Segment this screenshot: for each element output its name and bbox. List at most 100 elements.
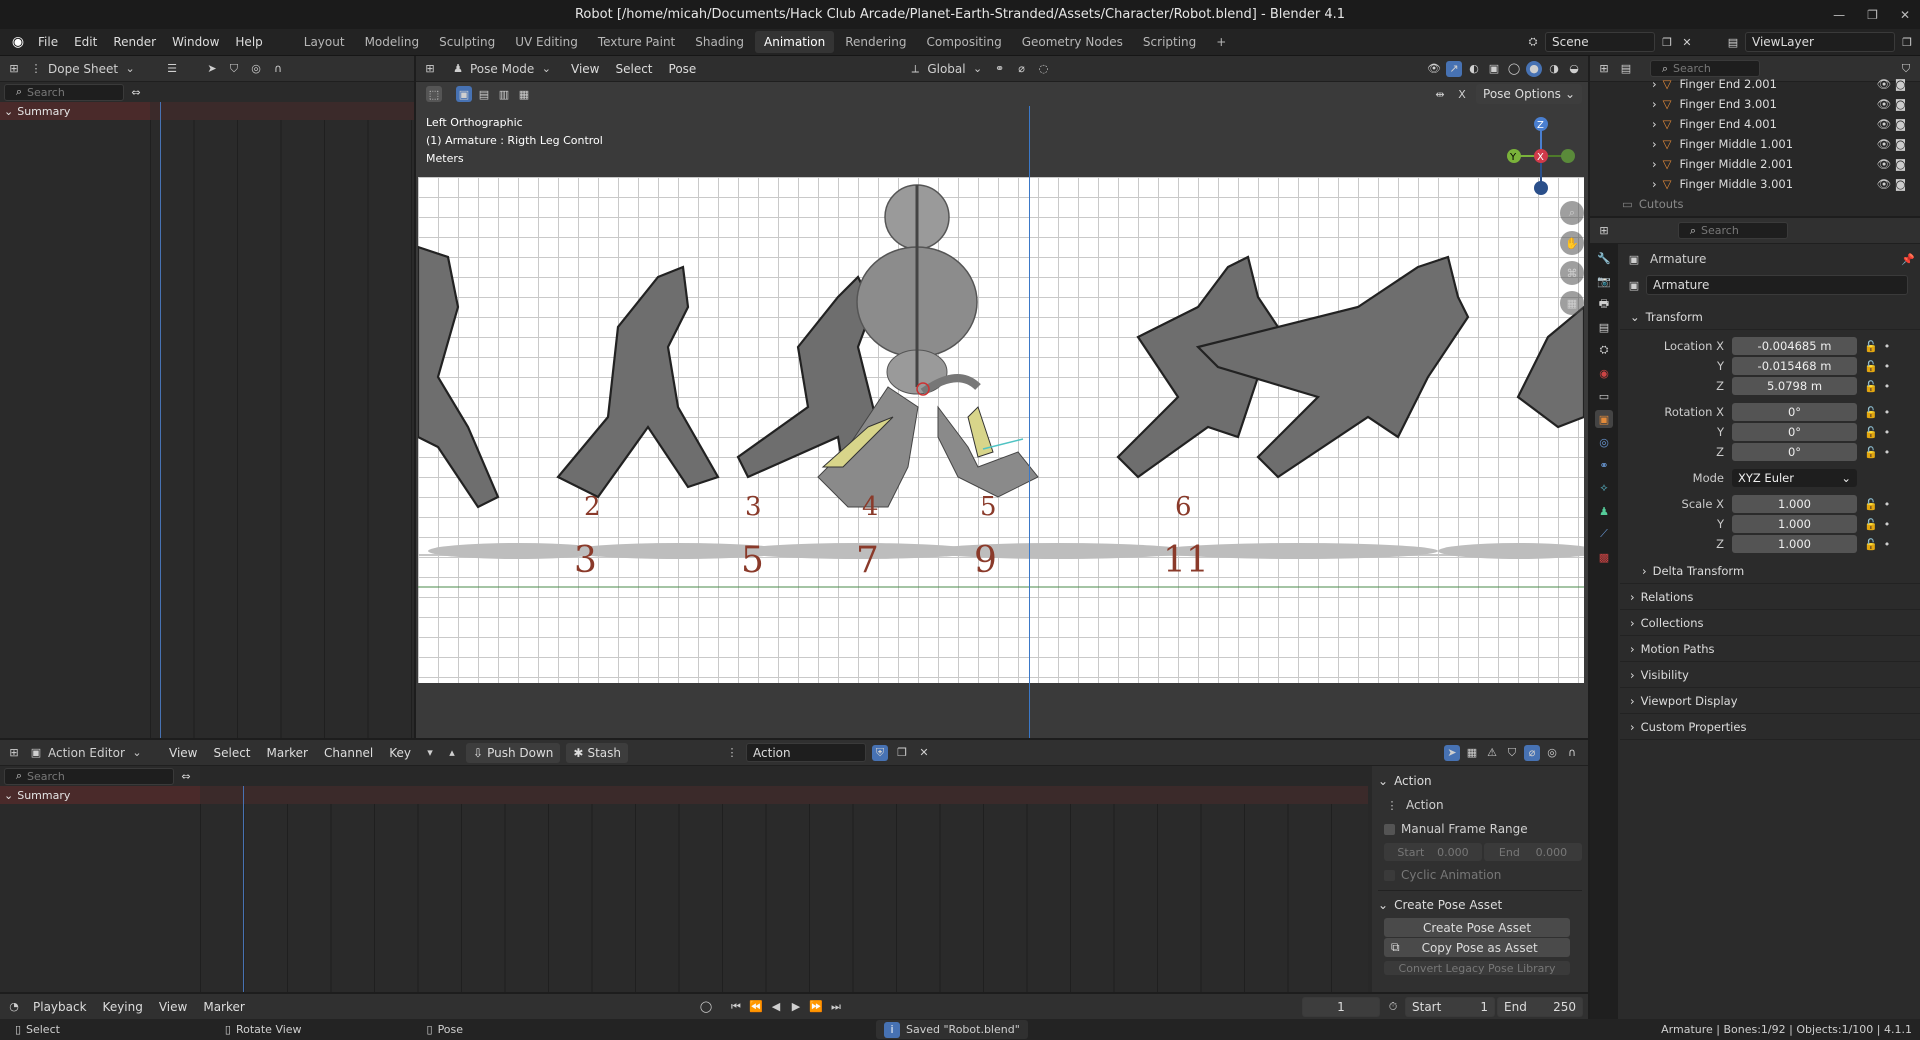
summary-channel[interactable]: ⌄ Summary xyxy=(0,102,150,120)
viewport-menu-view[interactable]: View xyxy=(566,62,604,76)
world-tab-icon[interactable]: ◉ xyxy=(1595,364,1613,382)
viewport-menu-select[interactable]: Select xyxy=(610,62,657,76)
restore-icon[interactable]: ❐ xyxy=(1867,8,1878,22)
view-layer-tab-icon[interactable]: ▤ xyxy=(1595,318,1613,336)
select-subtract-icon[interactable]: ▥ xyxy=(496,86,512,102)
object-datablock-field[interactable]: Armature xyxy=(1646,275,1908,295)
editor-type-icon[interactable]: ⊞ xyxy=(1596,223,1612,239)
timeline-menu-keying[interactable]: Keying xyxy=(98,1000,148,1014)
proportional-icon[interactable]: ◎ xyxy=(248,61,264,77)
tab-compositing[interactable]: Compositing xyxy=(917,31,1010,53)
push-down-button[interactable]: ⇩ Push Down xyxy=(466,742,561,763)
blender-logo-icon[interactable]: ◉ xyxy=(10,34,26,50)
properties-search-input[interactable]: ⌕ Search xyxy=(1678,222,1788,239)
wireframe-shading-icon[interactable]: ◯ xyxy=(1506,61,1522,77)
keyframe-dot-icon[interactable]: • xyxy=(1879,358,1895,374)
object-tab-icon[interactable]: ▣ xyxy=(1595,410,1613,428)
pose-options-dropdown[interactable]: Pose Options ⌄ xyxy=(1476,84,1582,104)
lock-icon[interactable]: 🔓 xyxy=(1863,358,1879,374)
outliner-item[interactable]: › ▽ Finger End 4.001 👁 ◙ xyxy=(1652,114,1920,134)
select-arrow-icon[interactable]: ➤ xyxy=(204,61,220,77)
action-menu-select[interactable]: Select xyxy=(208,746,255,760)
action-menu-key[interactable]: Key xyxy=(384,746,416,760)
solid-shading-icon[interactable]: ● xyxy=(1526,60,1542,77)
fake-user-shield-icon[interactable]: ⛨ xyxy=(872,744,889,761)
playhead-line[interactable] xyxy=(160,102,161,738)
outliner-item[interactable]: › ▽ Finger Middle 1.001 👁 ◙ xyxy=(1652,134,1920,154)
end-frame-field[interactable]: End 250 xyxy=(1497,996,1583,1017)
scene-tab-icon[interactable]: ⛭ xyxy=(1595,341,1613,359)
keyframe-dot-icon[interactable]: • xyxy=(1879,444,1895,460)
menu-help[interactable]: Help xyxy=(227,29,270,56)
delete-scene-icon[interactable]: ✕ xyxy=(1679,34,1695,50)
stopwatch-icon[interactable]: ⏱ xyxy=(1385,999,1401,1015)
rotation-y-field[interactable]: 0° xyxy=(1732,423,1857,441)
transform-panel-header[interactable]: ⌄ Transform xyxy=(1620,304,1920,330)
create-pose-asset-button[interactable]: Create Pose Asset xyxy=(1384,918,1570,937)
render-tab-icon[interactable]: 📷 xyxy=(1595,272,1613,290)
timeline-menu-playback[interactable]: Playback xyxy=(28,1000,92,1014)
ortho-grid-icon[interactable]: ▦ xyxy=(1560,291,1584,315)
keyframe-dot-icon[interactable]: • xyxy=(1879,424,1895,440)
mirror-icon[interactable]: ⇹ xyxy=(1432,86,1448,102)
bone-constraints-tab-icon[interactable]: ▩ xyxy=(1595,548,1613,566)
jump-keyframe-back-icon[interactable]: ⏪ xyxy=(748,999,764,1015)
keyframe-dot-icon[interactable]: • xyxy=(1879,536,1895,552)
pin-icon[interactable]: 📌 xyxy=(1900,251,1916,267)
pivot-icon[interactable]: ⚭ xyxy=(992,61,1008,77)
jump-start-icon[interactable]: ⏮ xyxy=(728,999,744,1015)
gizmo-icon[interactable]: ↗ xyxy=(1446,60,1462,77)
keyframe-dot-icon[interactable]: • xyxy=(1879,404,1895,420)
rotation-x-field[interactable]: 0° xyxy=(1732,403,1857,421)
filter-icon[interactable]: ⛉ xyxy=(226,61,242,77)
custom-properties-panel-header[interactable]: › Custom Properties xyxy=(1620,714,1920,740)
scene-icon[interactable]: ⛭ xyxy=(1525,34,1541,50)
dopesheet-mode-dropdown[interactable]: ⋮ Dope Sheet ⌄ xyxy=(28,61,158,77)
armature-data-tab-icon[interactable]: ♟ xyxy=(1595,502,1613,520)
location-x-field[interactable]: -0.004685 m xyxy=(1732,337,1857,355)
physics-tab-icon[interactable]: ⟡ xyxy=(1595,479,1613,497)
outliner-item[interactable]: › ▽ Finger Middle 2.001 👁 ◙ xyxy=(1652,154,1920,174)
snapping-icon[interactable]: ⌀ xyxy=(1524,744,1540,761)
object-datablock-icon[interactable]: ▣ xyxy=(1626,277,1642,293)
xray-icon[interactable]: ▣ xyxy=(1486,61,1502,77)
editor-type-icon[interactable]: ⊞ xyxy=(422,61,438,77)
menu-file[interactable]: File xyxy=(30,29,66,56)
pose-mode-dropdown[interactable]: ♟ Pose Mode ⌄ xyxy=(450,61,560,77)
only-selected-icon[interactable]: ➤ xyxy=(1444,744,1460,761)
scale-z-field[interactable]: 1.000 xyxy=(1732,535,1857,553)
scale-y-field[interactable]: 1.000 xyxy=(1732,515,1857,533)
rotation-z-field[interactable]: 0° xyxy=(1732,443,1857,461)
lock-icon[interactable]: 🔓 xyxy=(1863,338,1879,354)
pan-hand-icon[interactable]: ✋ xyxy=(1560,231,1584,255)
editor-type-icon[interactable]: ⊞ xyxy=(1596,61,1612,77)
stash-button[interactable]: ✱ Stash xyxy=(566,742,629,763)
reference-image-plane[interactable]: 2 3 4 5 6 3 5 7 9 11 xyxy=(418,177,1584,683)
filter-icon[interactable]: ⛉ xyxy=(1898,61,1914,77)
overlay-icon[interactable]: ◐ xyxy=(1466,61,1482,77)
hamburger-menu-icon[interactable]: ☰ xyxy=(164,61,180,77)
lock-icon[interactable]: 🔓 xyxy=(1863,444,1879,460)
keyframe-dot-icon[interactable]: • xyxy=(1879,378,1895,394)
outliner-collection[interactable]: ▭ Cutouts xyxy=(1622,194,1920,214)
visibility-panel-header[interactable]: › Visibility xyxy=(1620,662,1920,688)
action-panel-header[interactable]: ⌄ Action xyxy=(1378,770,1582,792)
dopesheet-search-input[interactable]: ⌕ Search xyxy=(4,83,124,101)
select-intersect-icon[interactable]: ▦ xyxy=(516,86,532,102)
manual-range-checkbox[interactable]: Manual Frame Range xyxy=(1378,818,1582,840)
swap-icon[interactable]: ⇔ xyxy=(128,84,144,100)
menu-edit[interactable]: Edit xyxy=(66,29,105,56)
tab-shading[interactable]: Shading xyxy=(686,31,753,53)
lock-icon[interactable]: 🔓 xyxy=(1863,378,1879,394)
display-mode-icon[interactable]: ▤ xyxy=(1618,61,1634,77)
start-frame-field[interactable]: Start 1 xyxy=(1405,996,1495,1017)
outliner-item[interactable]: › ▽ Finger End 3.001 👁 ◙ xyxy=(1652,94,1920,114)
tab-geometry-nodes[interactable]: Geometry Nodes xyxy=(1013,31,1132,53)
output-tab-icon[interactable]: 🖶 xyxy=(1595,295,1613,313)
lock-icon[interactable]: 🔓 xyxy=(1863,496,1879,512)
viewport-menu-pose[interactable]: Pose xyxy=(664,62,702,76)
only-errors-icon[interactable]: ⚠ xyxy=(1484,745,1500,761)
menu-window[interactable]: Window xyxy=(164,29,227,56)
filter-icon[interactable]: ⛉ xyxy=(1504,745,1520,761)
play-reverse-icon[interactable]: ◀ xyxy=(768,999,784,1015)
